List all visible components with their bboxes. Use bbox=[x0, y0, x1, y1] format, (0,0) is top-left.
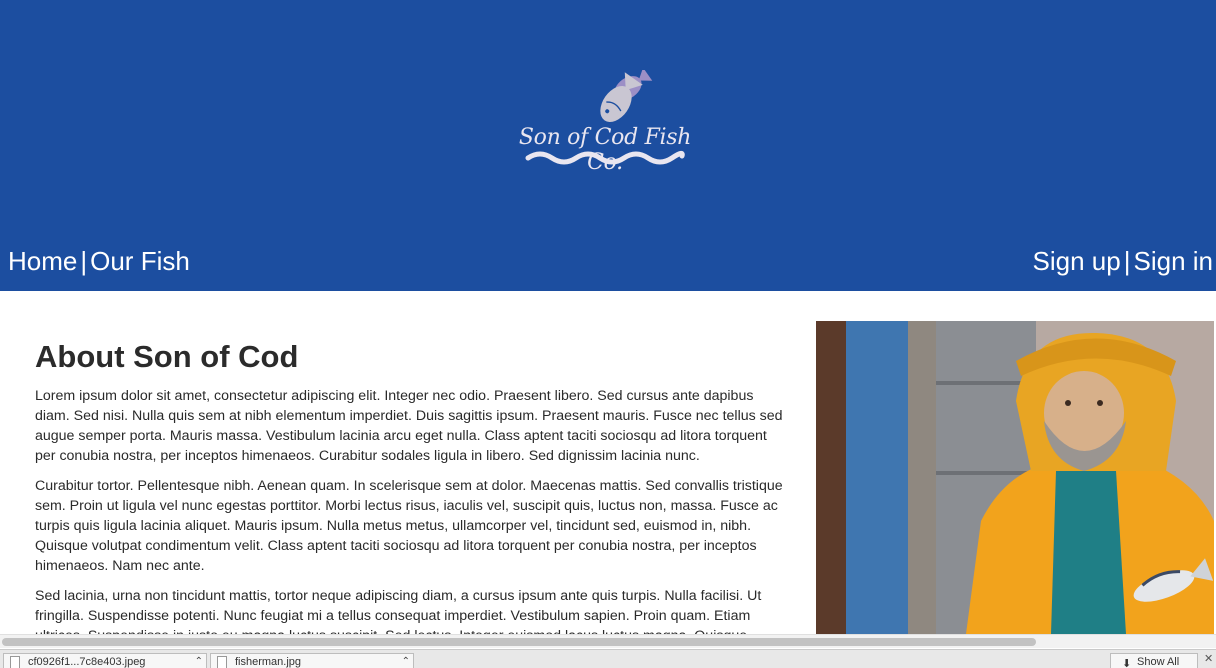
horizontal-scrollbar[interactable] bbox=[0, 634, 1216, 648]
about-paragraph: Curabitur tortor. Pellentesque nibh. Aen… bbox=[35, 478, 783, 574]
account-nav: Sign up | Sign in bbox=[1033, 244, 1213, 278]
downloads-bar: cf0926f1...7c8e403.jpeg ⌃ fisherman.jpg … bbox=[0, 649, 1216, 668]
file-icon bbox=[10, 656, 20, 668]
site-header: Son of Cod Fish Co. Home | Our Fish Sign u… bbox=[0, 0, 1216, 291]
sign-up-link[interactable]: Sign up bbox=[1033, 246, 1121, 276]
file-icon bbox=[217, 656, 227, 668]
download-icon: ⬇ bbox=[1122, 658, 1132, 668]
fisherman-image bbox=[816, 321, 1214, 634]
logo-text: Son of Cod Fish Co. bbox=[518, 125, 692, 175]
show-all-downloads-button[interactable]: ⬇ Show All bbox=[1110, 653, 1198, 668]
nav-our-fish-link[interactable]: Our Fish bbox=[90, 246, 190, 276]
download-filename: fisherman.jpg bbox=[235, 656, 302, 668]
main-nav: Home | Our Fish bbox=[8, 244, 190, 278]
chevron-up-icon[interactable]: ⌃ bbox=[195, 654, 203, 668]
fisherman-photo bbox=[816, 321, 1214, 634]
download-item[interactable]: fisherman.jpg ⌃ bbox=[210, 653, 414, 668]
nav-separator: | bbox=[80, 246, 88, 276]
nav-separator: | bbox=[1123, 246, 1131, 276]
about-section: About Son of Cod Lorem ipsum dolor sit a… bbox=[35, 338, 783, 634]
show-all-label: Show All bbox=[1137, 656, 1180, 668]
sign-in-link[interactable]: Sign in bbox=[1134, 246, 1214, 276]
download-item[interactable]: cf0926f1...7c8e403.jpeg ⌃ bbox=[3, 653, 207, 668]
about-paragraph: Sed lacinia, urna non tincidunt mattis, … bbox=[35, 588, 762, 634]
site-logo[interactable]: Son of Cod Fish Co. bbox=[500, 70, 710, 175]
close-icon[interactable]: ✕ bbox=[1204, 652, 1213, 665]
nav-home-link[interactable]: Home bbox=[8, 246, 77, 276]
download-filename: cf0926f1...7c8e403.jpeg bbox=[28, 656, 146, 668]
about-paragraph: Lorem ipsum dolor sit amet, consectetur … bbox=[35, 388, 783, 464]
chevron-up-icon[interactable]: ⌃ bbox=[402, 654, 410, 668]
scrollbar-thumb[interactable] bbox=[2, 638, 1036, 646]
page-title: About Son of Cod bbox=[35, 339, 299, 374]
